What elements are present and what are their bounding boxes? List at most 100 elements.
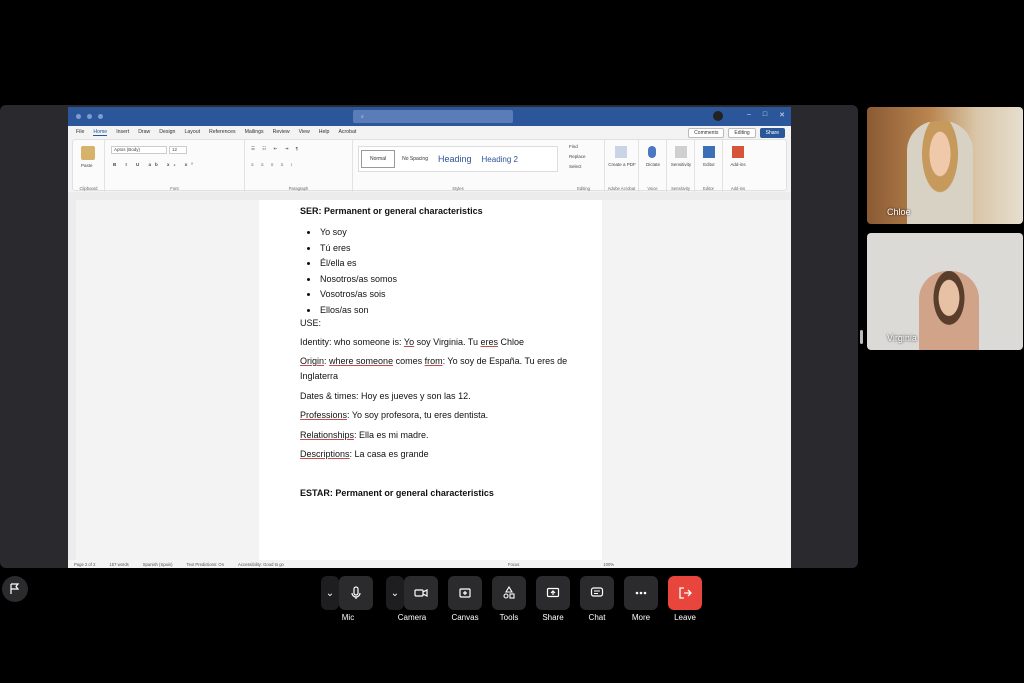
save-icon[interactable] <box>87 114 92 119</box>
tab-layout[interactable]: Layout <box>184 129 200 135</box>
editor-label: Editor <box>703 162 715 167</box>
undo-icon[interactable] <box>98 114 103 119</box>
ribbon-actions: Comments Editing Share <box>688 128 785 138</box>
camera-label: Camera <box>397 613 427 622</box>
group-label: Voice <box>647 186 658 191</box>
mic-options-button[interactable]: ⌄ <box>321 576 339 610</box>
style-no-spacing[interactable]: No Spacing <box>397 156 433 162</box>
dictate-icon[interactable] <box>648 146 656 158</box>
styles-gallery: Normal No Spacing Heading Heading 2 <box>358 146 558 172</box>
align-buttons[interactable]: ≡ ≡ ≡ ≡ ↕ <box>251 162 296 167</box>
mic-button[interactable] <box>339 576 373 610</box>
group-label: Paragraph <box>288 186 309 191</box>
participant-name: Virginia <box>887 333 917 343</box>
zoom-level[interactable]: 100% <box>603 562 614 567</box>
share-button[interactable]: Share <box>759 128 785 138</box>
tab-design[interactable]: Design <box>159 129 175 135</box>
resize-handle[interactable] <box>860 330 863 344</box>
paste-icon[interactable] <box>81 146 95 160</box>
ser-heading: SER: Permanent or general characteristic… <box>300 206 483 216</box>
create-pdf-label: Create a PDF <box>608 162 636 167</box>
group-label: Font <box>170 186 179 191</box>
group-label: Editor <box>703 186 714 191</box>
editor-group: Editor Editor <box>695 140 723 192</box>
group-label: Add-ins <box>730 186 746 191</box>
tab-help[interactable]: Help <box>319 129 330 135</box>
word-window: ⌕ – □ ✕ File Home Insert Draw Design Lay… <box>68 107 791 568</box>
tab-draw[interactable]: Draw <box>138 129 150 135</box>
font-size-select[interactable]: 12 <box>169 146 187 154</box>
identity-line: Identity: who someone is: Yo soy Virgini… <box>300 337 524 347</box>
canvas-button[interactable] <box>448 576 482 610</box>
font-name-select[interactable]: Aptos (Body) <box>111 146 167 154</box>
font-group: Aptos (Body) 12 B I U ab x₂ x² Font <box>105 140 245 192</box>
participant-tile-chloe[interactable]: Chloe <box>867 107 1023 224</box>
sensitivity-label: Sensitivity <box>670 162 692 167</box>
leave-icon <box>679 587 692 599</box>
paragraph-group: ☰ ☷ ⇤ ⇥ ¶ ≡ ≡ ≡ ≡ ↕ Paragraph <box>245 140 353 192</box>
chat-button[interactable] <box>580 576 614 610</box>
focus-button[interactable]: Focus <box>508 562 519 567</box>
group-label: Clipboard <box>79 186 98 191</box>
language[interactable]: Spanish (Spain) <box>143 562 173 567</box>
close-icon[interactable]: ✕ <box>779 111 785 119</box>
tab-file[interactable]: File <box>76 129 84 135</box>
leave-label: Leave <box>674 613 696 622</box>
word-count[interactable]: 157 words <box>109 562 128 567</box>
window-controls: – □ ✕ <box>747 111 785 119</box>
find-button[interactable]: Find <box>569 144 578 149</box>
style-heading-2[interactable]: Heading 2 <box>477 155 523 164</box>
paste-label: Paste <box>81 163 93 168</box>
tools-button[interactable] <box>492 576 526 610</box>
tab-view[interactable]: View <box>299 129 310 135</box>
user-avatar[interactable] <box>713 111 723 121</box>
replace-button[interactable]: Replace <box>569 154 586 159</box>
tab-mailings[interactable]: Mailings <box>245 129 264 135</box>
video-call-window: ⌕ – □ ✕ File Home Insert Draw Design Lay… <box>0 0 1024 683</box>
ribbon: Paste Clipboard Aptos (Body) 12 B I U ab… <box>72 139 787 192</box>
editing-button[interactable]: Editing <box>728 128 756 138</box>
accessibility-status[interactable]: Accessibility: Good to go <box>238 562 284 567</box>
title-bar: ⌕ – □ ✕ <box>68 107 791 126</box>
minimize-icon[interactable]: – <box>747 111 751 119</box>
format-buttons[interactable]: B I U ab x₂ x² <box>113 162 197 167</box>
tab-review[interactable]: Review <box>273 129 290 135</box>
camera-button[interactable] <box>404 576 438 610</box>
sensitivity-group: Sensitivity Sensitivity <box>667 140 695 192</box>
style-normal[interactable]: Normal <box>361 150 396 168</box>
autosave-icon[interactable] <box>76 114 81 119</box>
quick-access <box>76 114 103 119</box>
text-predictions[interactable]: Text Predictions: On <box>187 562 224 567</box>
tab-acrobat[interactable]: Acrobat <box>338 129 356 135</box>
editor-icon[interactable] <box>703 146 715 158</box>
list-buttons[interactable]: ☰ ☷ ⇤ ⇥ ¶ <box>251 146 301 152</box>
leave-button[interactable] <box>668 576 702 610</box>
select-button[interactable]: Select <box>569 164 582 169</box>
more-button[interactable] <box>624 576 658 610</box>
maximize-icon[interactable]: □ <box>763 111 767 119</box>
participant-tile-virginia[interactable]: Virginia <box>867 233 1023 350</box>
ser-list: Yo soy Tú eres Él/ella es Nosotros/as so… <box>300 228 560 321</box>
search-box[interactable]: ⌕ <box>353 110 513 123</box>
share-screen-button[interactable] <box>536 576 570 610</box>
style-heading[interactable]: Heading <box>433 154 477 164</box>
add-ins-label: Add-ins <box>730 162 746 167</box>
page-count[interactable]: Page 2 of 2 <box>74 562 95 567</box>
add-ins-icon[interactable] <box>732 146 744 158</box>
addins-group: Add-ins Add-ins <box>723 140 753 192</box>
create-pdf-icon[interactable] <box>615 146 627 158</box>
camera-icon <box>414 589 428 597</box>
tab-insert[interactable]: Insert <box>116 129 129 135</box>
tab-home[interactable]: Home <box>93 129 108 136</box>
list-item: Yo soy <box>300 228 560 244</box>
camera-options-button[interactable]: ⌄ <box>386 576 404 610</box>
estar-heading: ESTAR: Permanent or general characterist… <box>300 488 494 498</box>
use-label: USE: <box>300 318 322 328</box>
dictate-label: Dictate <box>645 162 660 167</box>
list-item: Nosotros/as somos <box>300 274 560 291</box>
comments-button[interactable]: Comments <box>688 128 725 138</box>
sensitivity-icon[interactable] <box>675 146 687 158</box>
document-page[interactable]: SER: Permanent or general characteristic… <box>259 200 602 560</box>
participant-video <box>919 271 979 350</box>
tab-references[interactable]: References <box>209 129 236 135</box>
